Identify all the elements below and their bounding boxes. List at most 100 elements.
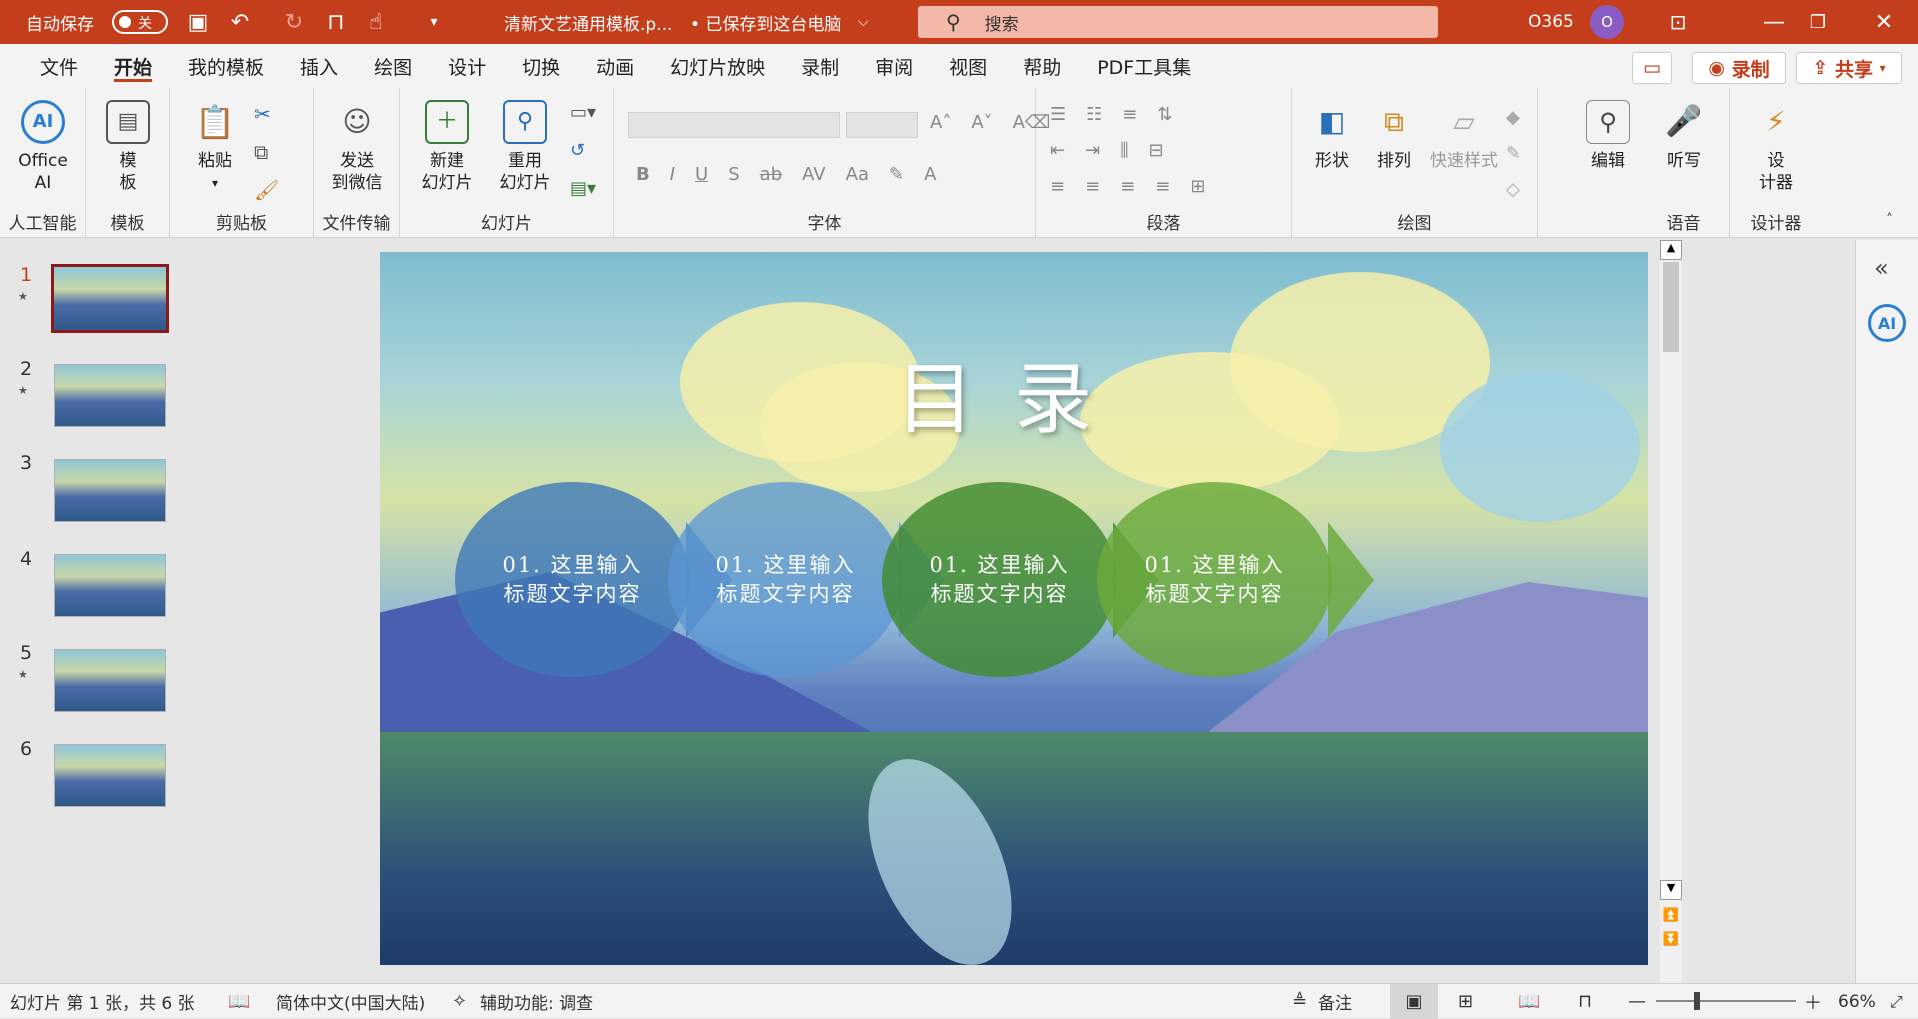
record-button[interactable]: ◉ 录制 <box>1692 52 1786 84</box>
language-label[interactable]: 简体中文(中国大陆) <box>276 984 425 1019</box>
font-family-dropdown[interactable] <box>628 112 840 138</box>
notes-icon[interactable]: ≜ <box>1292 984 1307 1019</box>
share-button[interactable]: ⇪ 共享 ▾ <box>1796 52 1902 84</box>
tab-insert[interactable]: 插入 <box>300 44 338 88</box>
slide-info[interactable]: 幻灯片 第 1 张，共 6 张 <box>10 984 195 1019</box>
slide-thumbnail-5[interactable] <box>54 649 166 712</box>
shape-fill-icon[interactable]: ◆ <box>1506 100 1521 136</box>
change-case-icon[interactable]: Aa <box>846 164 869 185</box>
zoom-slider[interactable] <box>1656 1000 1796 1002</box>
ribbon-display-icon[interactable]: ⊡ <box>1664 0 1692 44</box>
template-button[interactable]: ▤ 模 板 <box>104 100 152 194</box>
account-label[interactable]: O365 <box>1528 0 1574 44</box>
slide-thumbnail-1[interactable] <box>51 264 169 333</box>
quick-styles-button[interactable]: ▱ 快速样式 <box>1424 100 1504 172</box>
tab-review[interactable]: 审阅 <box>875 44 913 88</box>
numbering-icon[interactable]: ☷ <box>1086 104 1102 125</box>
designer-button[interactable]: ⚡ 设 计器 <box>1744 100 1808 194</box>
tab-pdf-tools[interactable]: PDF工具集 <box>1097 44 1191 88</box>
present-icon[interactable]: ⊓ <box>322 0 350 44</box>
shape-effects-icon[interactable]: ◇ <box>1506 172 1521 208</box>
font-size-dropdown[interactable] <box>846 112 918 138</box>
touch-mode-icon[interactable]: ☝ <box>362 0 390 44</box>
increase-font-icon[interactable]: A˄ <box>930 112 951 133</box>
tab-record[interactable]: 录制 <box>801 44 839 88</box>
reuse-slide-button[interactable]: ⚲ 重用 幻灯片 <box>490 100 560 194</box>
toc-item[interactable]: 01. 这里输入 标题文字内容 <box>455 482 690 677</box>
align-text-icon[interactable]: ⊟ <box>1148 140 1163 161</box>
slide-sorter-icon[interactable]: ⊞ <box>1458 984 1473 1019</box>
align-center-icon[interactable]: ≡ <box>1085 176 1100 197</box>
send-wechat-button[interactable]: ☺ 发送 到微信 <box>322 100 392 194</box>
font-color-icon[interactable]: A <box>924 164 936 185</box>
toc-item[interactable]: 01. 这里输入 标题文字内容 <box>1097 482 1332 677</box>
save-status[interactable]: • 已保存到这台电脑 <box>690 0 841 44</box>
zoom-level[interactable]: 66% <box>1838 984 1876 1019</box>
char-spacing-icon[interactable]: AV <box>802 164 825 185</box>
tab-slideshow[interactable]: 幻灯片放映 <box>670 44 765 88</box>
search-box[interactable]: ⚲ 搜索 <box>918 6 1438 38</box>
tab-animations[interactable]: 动画 <box>596 44 634 88</box>
normal-view-icon[interactable]: ▣ <box>1390 984 1438 1019</box>
tab-view[interactable]: 视图 <box>949 44 987 88</box>
vertical-scrollbar[interactable]: ▲ ▼ ⏫ ⏬ <box>1660 240 1682 983</box>
collapse-panel-icon[interactable]: « <box>1874 254 1889 282</box>
avatar[interactable]: O <box>1590 5 1624 39</box>
strikethrough-icon[interactable]: ab <box>760 164 782 185</box>
collapse-ribbon-icon[interactable]: ˄ <box>1886 212 1893 228</box>
slide-thumbnail-4[interactable] <box>54 554 166 617</box>
accessibility-icon[interactable]: ✧ <box>452 984 467 1019</box>
line-spacing-icon[interactable]: ≡ <box>1122 104 1137 125</box>
slide-thumbnail-6[interactable] <box>54 744 166 807</box>
zoom-in-icon[interactable]: ＋ <box>1804 984 1822 1019</box>
spell-check-icon[interactable]: 📖 <box>228 984 250 1019</box>
autosave-toggle[interactable]: 关 <box>112 10 168 34</box>
underline-icon[interactable]: U <box>695 164 708 185</box>
increase-indent-icon[interactable]: ⇥ <box>1085 140 1100 161</box>
align-right-icon[interactable]: ≡ <box>1120 176 1135 197</box>
toc-item[interactable]: 01. 这里输入 标题文字内容 <box>668 482 903 677</box>
bold-icon[interactable]: B <box>636 164 650 185</box>
next-slide-icon[interactable]: ⏬ <box>1660 932 1682 947</box>
previous-slide-icon[interactable]: ⏫ <box>1660 908 1682 923</box>
decrease-indent-icon[interactable]: ⇤ <box>1050 140 1065 161</box>
tab-design[interactable]: 设计 <box>448 44 486 88</box>
tab-my-templates[interactable]: 我的模板 <box>188 44 264 88</box>
section-icon[interactable]: ▤▾ <box>570 178 596 199</box>
minimize-icon[interactable]: — <box>1760 0 1788 44</box>
justify-icon[interactable]: ≡ <box>1155 176 1170 197</box>
comments-button[interactable]: ▭ <box>1632 52 1672 84</box>
zoom-slider-thumb[interactable] <box>1694 992 1700 1010</box>
zoom-out-icon[interactable]: — <box>1628 984 1646 1019</box>
restore-icon[interactable]: ❐ <box>1804 0 1832 44</box>
slide-canvas[interactable]: 目录 01. 这里输入 标题文字内容 01. 这里输入 标题文字内容 01. 这里输… <box>380 252 1648 965</box>
reading-view-icon[interactable]: 📖 <box>1518 984 1540 1019</box>
new-slide-button[interactable]: ＋ 新建 幻灯片 <box>412 100 482 194</box>
shapes-button[interactable]: ◧ 形状 <box>1304 100 1360 172</box>
undo-icon[interactable]: ↶ <box>226 0 254 44</box>
tab-file[interactable]: 文件 <box>40 44 78 88</box>
columns-icon[interactable]: ⫼ <box>1120 140 1128 161</box>
dictate-button[interactable]: 🎤 听写 <box>1654 100 1714 172</box>
cut-icon[interactable]: ✂ <box>254 102 271 126</box>
italic-icon[interactable]: I <box>670 164 675 185</box>
align-left-icon[interactable]: ≡ <box>1050 176 1065 197</box>
tab-draw[interactable]: 绘图 <box>374 44 412 88</box>
slide-title[interactable]: 目录 <box>380 337 1648 449</box>
tab-transitions[interactable]: 切换 <box>522 44 560 88</box>
smartart-icon[interactable]: ⊞ <box>1190 176 1205 197</box>
tab-home[interactable]: 开始 <box>114 44 153 88</box>
accessibility-label[interactable]: 辅助功能: 调查 <box>480 984 593 1019</box>
editing-button[interactable]: ⚲ 编辑 <box>1582 100 1634 172</box>
scroll-thumb[interactable] <box>1663 262 1679 352</box>
paste-button[interactable]: 📋 粘贴 ▾ <box>188 100 242 194</box>
arrange-button[interactable]: ⧉ 排列 <box>1366 100 1422 172</box>
layout-icon[interactable]: ▭▾ <box>570 102 596 123</box>
tab-help[interactable]: 帮助 <box>1023 44 1061 88</box>
toc-item[interactable]: 01. 这里输入 标题文字内容 <box>882 482 1117 677</box>
bullets-icon[interactable]: ☰ <box>1050 104 1066 125</box>
document-title[interactable]: 清新文艺通用模板.p... <box>504 0 672 44</box>
office-ai-button[interactable]: AI Office AI <box>12 100 74 194</box>
ai-icon[interactable]: AI <box>1868 304 1906 342</box>
shadow-icon[interactable]: S <box>728 164 739 185</box>
